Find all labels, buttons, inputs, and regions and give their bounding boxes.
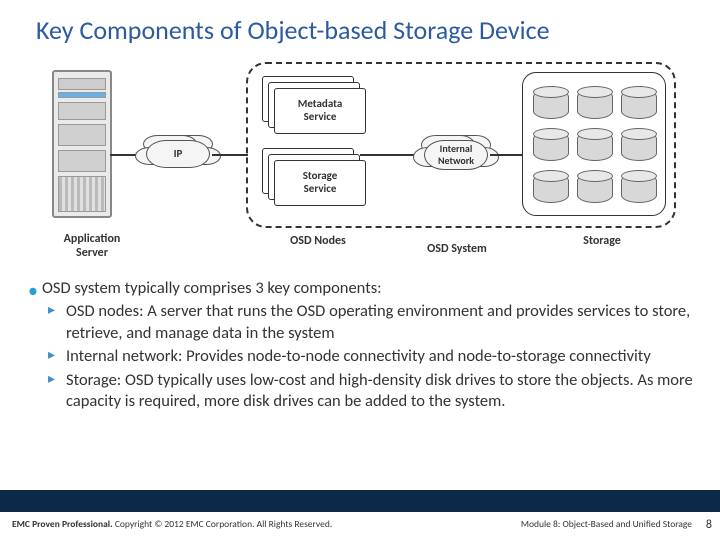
footer-text: EMC Proven Professional. Copyright © 201… <box>12 518 332 530</box>
bullet-item: Internal network: Provides node-to-node … <box>66 346 696 367</box>
bullet-item: OSD nodes: A server that runs the OSD op… <box>66 301 696 344</box>
disk-icon <box>621 89 657 119</box>
module-label: Module 8: Object-Based and Unified Stora… <box>521 518 692 530</box>
architecture-diagram: Application Server IP Metadata Service S… <box>52 62 682 262</box>
disk-icon <box>533 131 569 161</box>
bullet-list: OSD system typically comprises 3 key com… <box>28 278 696 415</box>
footer-copyright: Copyright © 2012 EMC Corporation. All Ri… <box>115 518 332 530</box>
page-number: 8 <box>706 518 712 532</box>
disk-icon <box>533 89 569 119</box>
osd-node-stack: Metadata Service Storage Service <box>262 76 362 216</box>
server-icon <box>52 70 112 218</box>
application-server-label: Application Server <box>42 232 142 260</box>
osd-system-label: OSD System <box>412 242 502 256</box>
disk-icon <box>577 89 613 119</box>
bullet-item: Storage: OSD typically uses low-cost and… <box>66 370 696 413</box>
disk-icon <box>621 131 657 161</box>
bullet-lead: OSD system typically comprises 3 key com… <box>28 278 696 299</box>
storage-cluster-box <box>522 72 666 216</box>
osd-nodes-label: OSD Nodes <box>268 234 368 248</box>
disk-icon <box>577 131 613 161</box>
footer-brand: EMC Proven Professional. <box>12 518 113 530</box>
disk-icon <box>621 173 657 203</box>
ip-cloud-icon: IP <box>146 140 210 168</box>
disk-icon <box>533 173 569 203</box>
storage-label: Storage <box>542 234 662 248</box>
storage-service-box: Storage Service <box>274 160 366 206</box>
footer-accent-bar <box>0 490 720 512</box>
disk-icon <box>577 173 613 203</box>
internal-network-cloud-icon: Internal Network <box>424 140 488 170</box>
slide-title: Key Components of Object-based Storage D… <box>0 0 720 46</box>
metadata-service-box: Metadata Service <box>274 88 366 134</box>
